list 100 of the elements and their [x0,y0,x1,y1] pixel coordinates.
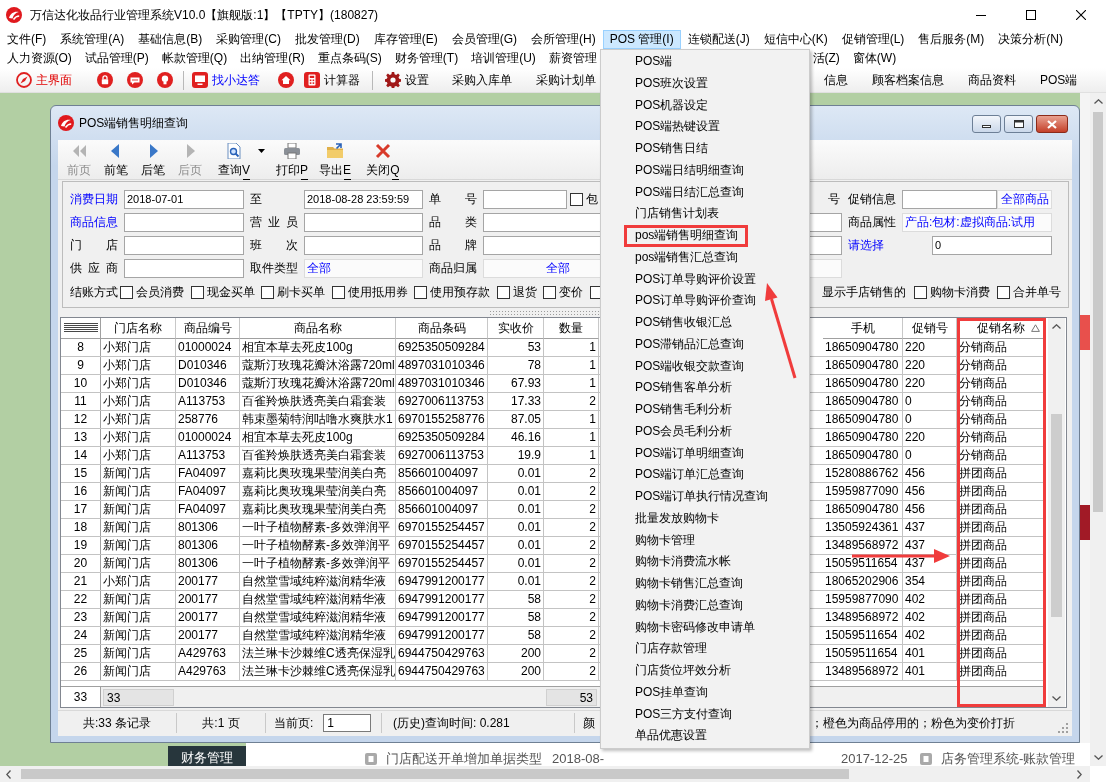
input-field[interactable] [902,190,997,209]
column-header[interactable]: 促销名称 [957,318,1046,339]
column-header[interactable]: 促销号 [903,318,957,339]
checkbox[interactable] [120,286,133,299]
checkbox[interactable] [496,286,510,299]
toolbar-button[interactable]: 关闭Q [363,140,403,179]
menu-item[interactable]: 购物卡消费汇总查询 [601,594,809,617]
menu-item[interactable]: 人力资源(O) [0,49,79,68]
checkbox[interactable] [414,286,427,299]
menu-item[interactable]: 售后服务(M) [911,30,992,49]
toolbar-button[interactable]: 计算器 [301,69,372,91]
checkbox[interactable] [190,286,204,299]
menu-item[interactable]: 财务管理(T) [388,49,465,68]
menu-item[interactable]: 短信中心(K) [756,30,835,49]
menu-item[interactable]: pos端销售明细查询 [601,225,809,247]
dropdown-field[interactable]: 全部 [304,259,423,278]
checkbox-label[interactable]: 包 [586,191,598,208]
menu-item[interactable]: 试品管理(P) [78,49,156,68]
menu-item[interactable]: 购物卡消费流水帐 [601,551,809,573]
menu-item[interactable]: POS端订单明细查询 [601,442,809,465]
menu-item[interactable]: POS端收银交款查询 [601,355,809,378]
checkbox-label[interactable]: 退货 [512,284,537,301]
menu-item[interactable]: POS三方支付查询 [601,703,809,726]
menu-item[interactable]: POS端日结明细查询 [601,159,809,182]
input-field[interactable] [304,236,423,255]
minimize-button[interactable] [972,115,1001,133]
menu-item[interactable]: 批量发放购物卡 [601,507,809,530]
checkbox[interactable] [261,286,274,299]
menu-item[interactable]: 批发管理(D) [288,30,367,49]
menu-item[interactable]: POS订单导购评价查询 [601,290,809,312]
menu-item[interactable]: POS挂单查询 [601,681,809,704]
toolbar-button[interactable]: 设置 [373,69,440,91]
menu-item[interactable]: 系统管理(A) [53,30,132,49]
checkbox-label[interactable]: 购物卡消费 [930,284,990,301]
menu-item[interactable]: 培训管理(U) [464,49,543,68]
all-products-button[interactable]: 全部商品 [997,190,1052,209]
menu-item[interactable]: POS 管理(I) [602,30,681,49]
menu-item[interactable]: POS端订单执行情况查询 [601,486,809,508]
news-link[interactable]: 店务管理系统-账款管理 [941,752,1076,766]
menu-item[interactable]: POS销售毛利分析 [601,399,809,421]
checkbox-label[interactable]: 变价 [559,284,583,301]
toolbar-button[interactable]: 打印P [273,140,311,179]
column-header[interactable]: 门店名称 [101,318,176,339]
toolbar-button[interactable]: POS端 [1028,69,1090,91]
menu-item[interactable]: 门店货位坪效分析 [601,660,809,682]
filter-link[interactable]: 消费日期 [70,191,118,208]
resize-grip-icon[interactable] [1057,721,1068,733]
input-field[interactable] [124,213,244,232]
menu-item[interactable]: 购物卡销售汇总查询 [601,573,809,595]
filter-link[interactable]: 商品信息 [70,214,118,231]
menu-item[interactable]: 窗体(W) [846,49,903,68]
scrollbar-track[interactable] [1090,93,1106,766]
menu-item[interactable]: POS会员毛利分析 [601,420,809,443]
menu-item[interactable]: 连锁配送(J) [680,30,757,49]
input-field[interactable] [483,190,567,209]
toolbar-button[interactable]: 导出E [315,140,355,179]
input-field[interactable]: 2018-07-01 [124,190,244,209]
checkbox-label[interactable]: 合并单号 [1012,284,1061,301]
menu-item[interactable]: 出纳管理(R) [233,49,312,68]
column-header[interactable]: 商品条码 [396,318,488,339]
column-header[interactable]: 手机 [823,318,903,339]
input-field[interactable] [124,236,244,255]
menu-item[interactable]: POS销售收银汇总 [601,312,809,334]
scroll-up-icon[interactable] [1052,324,1061,329]
news-link[interactable]: 门店配送开单增加单据类型 [386,752,542,766]
toolbar-button[interactable]: 商品资料 [956,69,1028,91]
input-field[interactable] [124,259,244,278]
toolbar-button[interactable]: 主界面 [10,69,90,91]
checkbox-label[interactable]: 使用预存款 [430,284,490,301]
splitter-handle[interactable] [489,310,600,315]
page-input[interactable]: 1 [323,714,372,732]
toolbar-button[interactable]: 采购入库单 [440,69,524,91]
toolbar-button[interactable]: 信息 [812,69,860,91]
menu-item[interactable]: POS销售客单分析 [601,377,809,399]
module-tile[interactable]: 财务管理 [168,746,246,766]
menu-item[interactable]: 库存管理(E) [366,30,445,49]
menu-item[interactable]: POS机器设定 [601,94,809,117]
menu-item[interactable]: 基础信息(B) [131,30,210,49]
scroll-thumb[interactable] [21,769,849,779]
toolbar-button[interactable]: 查询V [213,140,269,179]
input-field[interactable] [304,213,423,232]
filter-link[interactable]: 请选择 [848,237,896,254]
column-header[interactable]: 商品编号 [176,318,240,339]
menu-item[interactable]: 门店存款管理 [601,638,809,660]
menu-item[interactable]: pos端销售汇总查询 [601,246,809,269]
scrollbar-track[interactable] [0,766,1090,782]
scroll-down-icon[interactable] [1093,755,1103,760]
checkbox-label[interactable]: 刷卡买单 [277,284,325,301]
toolbar-button[interactable]: 前笔 [97,140,134,179]
input-field[interactable]: 2018-08-28 23:59:59 [304,190,423,209]
input-field[interactable]: 0 [932,236,1052,255]
menu-item[interactable]: POS滞销品汇总查询 [601,333,809,356]
scroll-thumb[interactable] [1051,414,1062,617]
menu-item[interactable]: 购物卡密码修改申请单 [601,616,809,639]
menu-item[interactable]: 会所管理(H) [524,30,603,49]
menu-item[interactable]: POS端订单汇总查询 [601,464,809,486]
toolbar-button[interactable]: 顾客档案信息 [860,69,956,91]
column-header[interactable]: 商品名称 [240,318,396,339]
checkbox[interactable] [570,193,583,206]
menu-item[interactable]: 会员管理(G) [444,30,524,49]
